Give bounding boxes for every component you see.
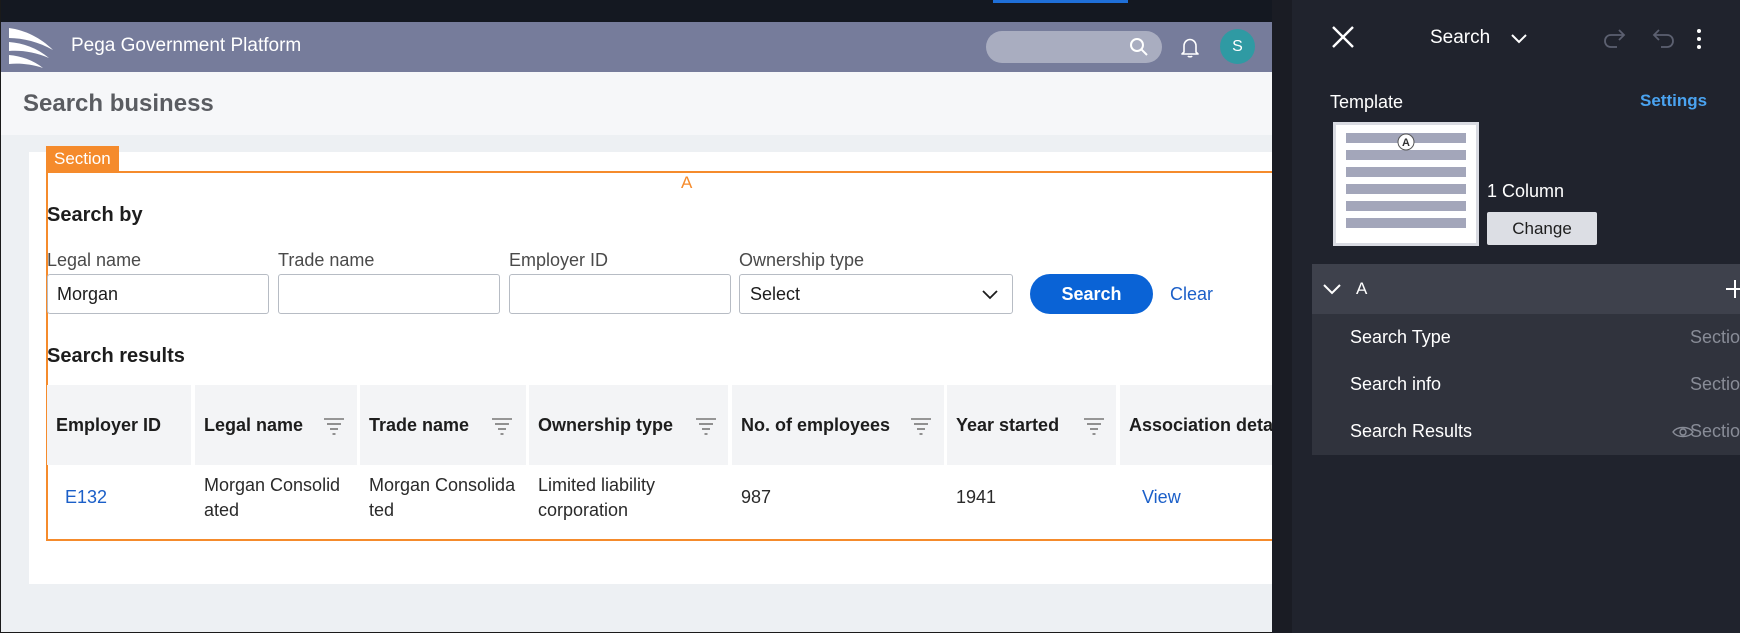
search-results-heading: Search results [47,345,185,367]
search-by-heading: Search by [47,204,143,226]
region-label: A [681,173,693,192]
properties-panel: Search Template Settings A 1 Column Chan… [1272,0,1740,633]
settings-link[interactable]: Settings [1640,91,1707,111]
template-thumbnail[interactable]: A [1333,122,1479,246]
more-options-icon[interactable] [1695,28,1703,50]
top-strip [1,0,1272,22]
filter-icon[interactable] [491,416,513,436]
panel-item-search-info[interactable]: Search info Section [1312,361,1740,408]
top-accent-bar [993,0,1128,3]
column-header-association-details[interactable]: Association deta [1120,385,1272,465]
ownership-type-value: Select [750,284,801,304]
cell-trade-name: Morgan Consolida ted [369,473,515,523]
legal-name-label: Legal name [47,250,142,270]
employer-id-label: Employer ID [509,250,609,270]
column-header-label: Year started [956,415,1060,435]
undo-icon[interactable] [1649,28,1675,50]
app-canvas: Pega Government Platform S Search busine… [0,0,1272,633]
column-header-label: Ownership type [538,415,674,435]
search-icon[interactable] [1129,37,1149,57]
trade-name-input[interactable] [278,274,500,314]
cell-text-line: corporation [538,500,629,520]
filter-icon[interactable] [695,416,717,436]
region-row-a[interactable]: A [1312,264,1740,314]
association-view-link[interactable]: View [1142,485,1181,510]
cell-text-line: Morgan Consolid [204,475,341,495]
panel-title[interactable]: Search [1430,27,1490,49]
panel-item-search-results[interactable]: Search Results Section [1312,408,1740,455]
close-icon[interactable] [1330,24,1356,50]
avatar[interactable]: S [1220,29,1255,64]
page-title: Search business [23,90,214,117]
cell-ownership-type: Limited liability corporation [538,473,655,523]
employer-id-input[interactable] [509,274,731,314]
clear-link[interactable]: Clear [1170,284,1213,305]
change-template-button[interactable]: Change [1487,212,1597,245]
cell-text-line: ted [369,500,395,520]
chevron-down-icon[interactable] [1322,282,1342,296]
column-header-label: No. of employees [741,415,891,435]
cell-text-line: Limited liability [538,475,656,495]
section-tag[interactable]: Section [46,146,119,171]
filter-icon[interactable] [323,416,345,436]
column-header-ownership-type[interactable]: Ownership type [529,385,728,465]
ownership-type-label: Ownership type [739,250,865,270]
template-column-label: 1 Column [1487,181,1565,201]
column-header-year-started[interactable]: Year started [947,385,1116,465]
layout-thumbnail-graphic: A [1346,133,1466,228]
column-header-no-of-employees[interactable]: No. of employees [732,385,944,465]
chevron-down-icon [982,290,998,300]
panel-item-type: Section [1689,374,1740,394]
redo-icon[interactable] [1603,28,1629,50]
column-header-label: Trade name [369,415,470,435]
add-icon[interactable] [1724,278,1740,300]
cell-no-of-employees: 987 [741,487,772,507]
column-header-legal-name[interactable]: Legal name [195,385,357,465]
employer-id-link[interactable]: E132 [65,485,107,510]
template-label: Template [1330,92,1404,112]
column-header-label: Legal name [204,415,304,435]
page-title-bar: Search business [1,72,1272,135]
filter-icon[interactable] [910,416,932,436]
filter-icon[interactable] [1083,416,1105,436]
cell-legal-name: Morgan Consolid ated [204,473,340,523]
bell-icon[interactable] [1179,36,1201,58]
panel-item-name: Search Type [1350,327,1451,347]
panel-item-name: Search Results [1350,421,1473,441]
column-header-label: Association deta [1129,415,1272,435]
column-header-label: Employer ID [56,415,162,435]
trade-name-label: Trade name [278,250,375,270]
pega-logo-icon[interactable] [7,24,55,72]
search-button[interactable]: Search [1030,274,1153,314]
column-header-employer-id[interactable]: Employer ID [47,385,191,465]
thumbnail-region-letter: A [1402,137,1410,149]
panel-item-search-type[interactable]: Search Type Section [1312,314,1740,361]
panel-item-type: Section [1689,327,1740,347]
cell-text-line: Morgan Consolida [369,475,516,495]
cell-year-started: 1941 [956,487,997,507]
brand-title: Pega Government Platform [71,35,302,56]
legal-name-input[interactable] [47,274,269,314]
app-header: Pega Government Platform S [1,22,1272,72]
panel-item-name: Search info [1350,374,1442,394]
panel-item-type: Section [1689,421,1740,441]
chevron-down-icon[interactable] [1510,32,1528,46]
ownership-type-select[interactable]: Select [739,274,1013,314]
column-header-trade-name[interactable]: Trade name [360,385,526,465]
panel-empty-area [1312,458,1740,633]
cell-text-line: ated [204,500,240,520]
region-name: A [1356,279,1368,298]
